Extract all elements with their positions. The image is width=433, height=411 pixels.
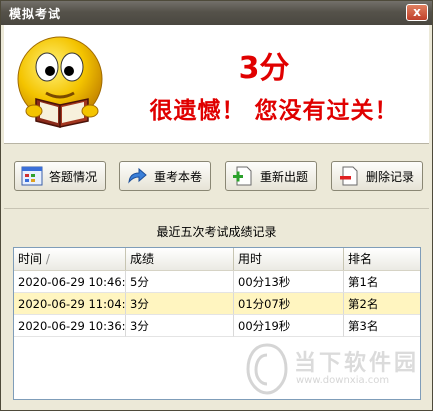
fail-message: 很遗憾！ 您没有过关！ xyxy=(149,98,399,124)
cell-score: 3分 xyxy=(126,315,234,337)
column-header-time[interactable]: 时间 / xyxy=(14,248,126,270)
action-toolbar: 答题情况 重考本卷 重新出题 删除记录 xyxy=(4,144,429,209)
column-header-time-label: 时间 xyxy=(18,252,43,266)
retake-exam-label: 重考本卷 xyxy=(154,169,203,184)
watermark-logo-icon xyxy=(246,343,288,395)
delete-record-icon xyxy=(340,166,358,186)
delete-records-label: 删除记录 xyxy=(366,169,415,184)
table-row-selected[interactable]: 2020-06-29 11:04:35 3分 01分07秒 第2名 xyxy=(14,293,420,315)
new-questions-button[interactable]: 重新出题 xyxy=(225,161,317,191)
cell-duration: 00分13秒 xyxy=(234,271,344,293)
cell-time: 2020-06-29 11:04:35 xyxy=(14,293,126,315)
new-document-icon xyxy=(233,166,252,186)
cell-time: 2020-06-29 10:36:16 xyxy=(14,315,126,337)
sort-indicator: / xyxy=(45,252,50,266)
column-header-duration[interactable]: 用时 xyxy=(234,248,344,270)
reading-smiley-icon xyxy=(17,36,103,128)
cell-rank: 第1名 xyxy=(344,271,420,293)
cell-rank: 第3名 xyxy=(344,315,420,337)
score-value: 3分 xyxy=(238,51,290,86)
records-title: 最近五次考试成绩记录 xyxy=(156,225,277,239)
cell-rank: 第2名 xyxy=(344,293,420,315)
redo-arrow-icon xyxy=(128,167,147,184)
delete-records-button[interactable]: 删除记录 xyxy=(331,161,423,191)
title-bar[interactable]: 模拟考试 x xyxy=(1,1,432,25)
retake-exam-button[interactable]: 重考本卷 xyxy=(119,161,211,191)
watermark-url: www.downxia.com xyxy=(296,375,390,386)
cell-score: 5分 xyxy=(126,271,234,293)
result-banner: 3分 很遗憾！ 您没有过关！ xyxy=(4,25,429,144)
view-answers-label: 答题情况 xyxy=(49,169,98,184)
view-answers-button[interactable]: 答题情况 xyxy=(14,161,106,191)
cell-duration: 00分19秒 xyxy=(234,315,344,337)
new-questions-label: 重新出题 xyxy=(260,169,309,184)
watermark-text: 当下软件园 xyxy=(294,351,420,376)
exam-result-window: 模拟考试 x 3分 很遗憾！ 您没有过关！ 答题情况 重考本卷 重新出题 删除记… xyxy=(0,0,433,411)
table-header: 时间 / 成绩 用时 排名 xyxy=(14,248,420,271)
column-header-rank[interactable]: 排名 xyxy=(344,248,420,270)
table-row[interactable]: 2020-06-29 10:36:16 3分 00分19秒 第3名 xyxy=(14,315,420,337)
table-row[interactable]: 2020-06-29 10:46:17 5分 00分13秒 第1名 xyxy=(14,271,420,293)
window-title: 模拟考试 xyxy=(9,7,62,21)
site-watermark: 当下软件园 www.downxia.com xyxy=(244,341,424,401)
cell-duration: 01分07秒 xyxy=(234,293,344,315)
answers-grid-icon xyxy=(21,166,43,186)
close-button[interactable]: x xyxy=(406,4,428,21)
column-header-score[interactable]: 成绩 xyxy=(126,248,234,270)
cell-score: 3分 xyxy=(126,293,234,315)
cell-time: 2020-06-29 10:46:17 xyxy=(14,271,126,293)
